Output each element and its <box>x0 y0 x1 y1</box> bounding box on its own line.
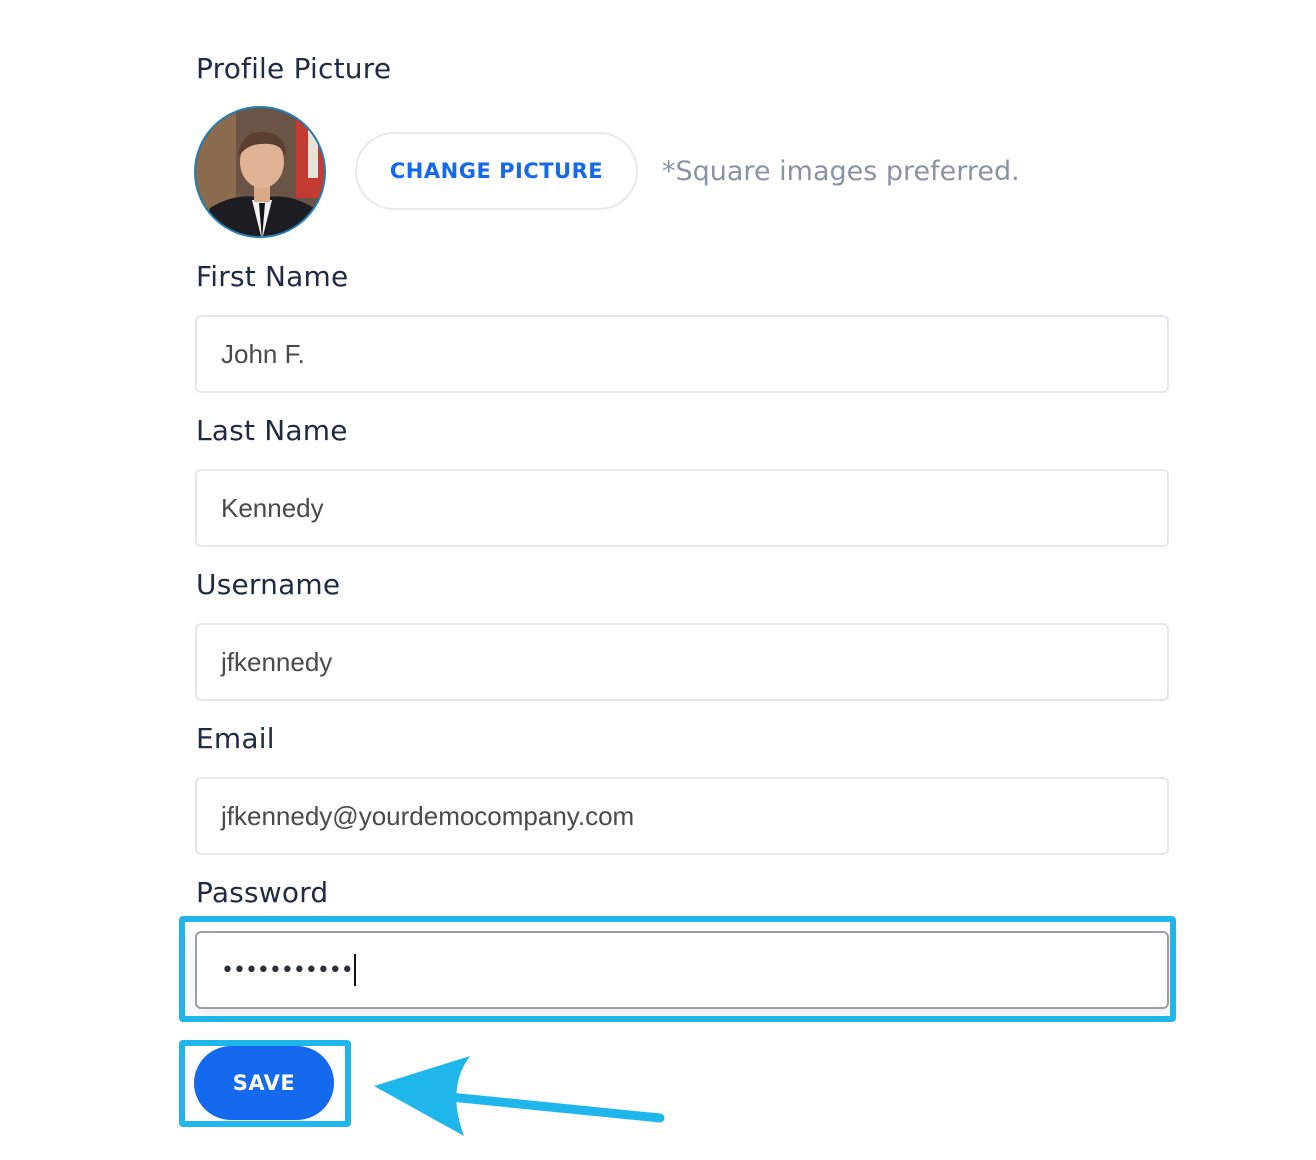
password-masked-value: ••••••••••• <box>221 957 354 983</box>
password-label: Password <box>196 876 329 909</box>
username-label: Username <box>196 568 341 601</box>
username-value: jfkennedy <box>221 646 333 677</box>
email-label: Email <box>196 722 275 755</box>
last-name-label: Last Name <box>196 414 348 447</box>
username-field[interactable]: jfkennedy <box>195 623 1169 701</box>
change-picture-button[interactable]: CHANGE PICTURE <box>355 132 638 210</box>
password-field[interactable]: ••••••••••• <box>195 931 1169 1009</box>
first-name-value: John F. <box>221 338 305 369</box>
square-images-hint: *Square images preferred. <box>662 156 1020 187</box>
last-name-field[interactable]: Kennedy <box>195 469 1169 547</box>
save-button[interactable]: SAVE <box>194 1046 334 1120</box>
text-caret <box>353 954 356 986</box>
last-name-value: Kennedy <box>221 492 324 523</box>
arrow-left-icon <box>374 1056 665 1136</box>
first-name-label: First Name <box>196 260 349 293</box>
email-value: jfkennedy@yourdemocompany.com <box>221 800 635 831</box>
email-field[interactable]: jfkennedy@yourdemocompany.com <box>195 777 1169 855</box>
profile-picture-label: Profile Picture <box>196 52 392 85</box>
first-name-field[interactable]: John F. <box>195 315 1169 393</box>
avatar-photo <box>196 108 324 236</box>
avatar[interactable] <box>194 106 326 238</box>
